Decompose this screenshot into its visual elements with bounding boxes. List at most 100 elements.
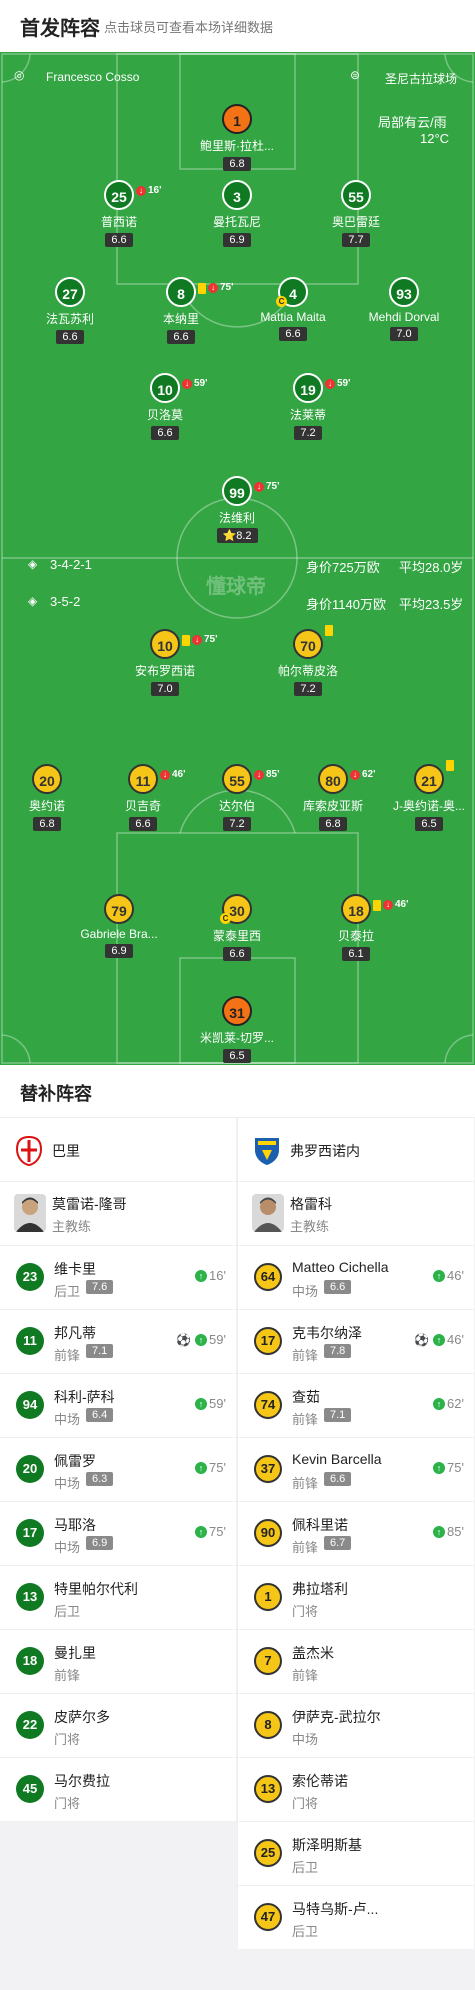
sub-row[interactable]: 13 特里帕尔代利 后卫 — [0, 1566, 236, 1630]
sub-row[interactable]: 8 伊萨克-武拉尔 中场 — [238, 1694, 474, 1758]
sub-row[interactable]: 13 索伦蒂诺 门将 — [238, 1758, 474, 1822]
home-coach-row[interactable]: 莫雷诺-隆哥 主教练 — [0, 1182, 236, 1246]
sub-in-minute: 75' — [447, 1460, 464, 1475]
sub-row[interactable]: 18 曼扎里 前锋 — [0, 1630, 236, 1694]
sub-row[interactable]: 25 斯泽明斯基 后卫 — [238, 1822, 474, 1886]
sub-out-icon: ↓ — [208, 283, 218, 293]
player-home[interactable]: 4 C Mattia Maita 6.6 — [238, 277, 348, 342]
jersey-number: 23 — [16, 1263, 44, 1291]
sub-name: 伊萨克-武拉尔 — [292, 1709, 381, 1725]
home-crest-icon — [16, 1136, 42, 1166]
player-rating: 7.2 — [294, 426, 322, 440]
player-home[interactable]: 8 ↓ 75' 本纳里 6.6 — [126, 277, 236, 345]
player-home[interactable]: 19 ↓ 59' 法莱蒂 7.2 — [253, 373, 363, 441]
jersey-number: 70 — [293, 625, 333, 659]
sub-in-icon: ↑ — [195, 1461, 208, 1474]
sub-position: 前锋 — [292, 1540, 319, 1555]
home-coach-role: 主教练 — [52, 1219, 92, 1234]
away-team-row[interactable]: 弗罗西诺内 — [238, 1118, 474, 1182]
sub-row[interactable]: 64 Matteo Cichella 中场 6.6 ↑ 46' — [238, 1246, 474, 1310]
jersey-number: 47 — [254, 1903, 282, 1931]
subs-header: 替补阵容 — [0, 1065, 475, 1118]
sub-out-icon: ↓ — [254, 770, 264, 780]
weather: 局部有云/雨 — [378, 115, 447, 130]
player-home[interactable]: 27 法瓦苏利 6.6 — [15, 277, 125, 345]
player-home[interactable]: 55 奥巴雷廷 7.7 — [301, 180, 411, 248]
sub-name: 邦凡蒂 — [54, 1325, 96, 1341]
sub-rating: 6.6 — [324, 1280, 352, 1294]
sub-name: 佩科里诺 — [292, 1517, 348, 1533]
sub-position: 后卫 — [54, 1604, 81, 1619]
player-away[interactable]: 20 奥约诺 6.8 — [0, 764, 102, 832]
sub-in-icon: ↑ — [433, 1461, 446, 1474]
event-badges: ↓ 85' — [254, 760, 280, 790]
jersey-number: 45 — [16, 1775, 44, 1803]
away-coach-row[interactable]: 格雷科 主教练 — [238, 1182, 474, 1246]
jersey-number: 64 — [254, 1263, 282, 1291]
player-away[interactable]: 55 ↓ 85' 达尔伯 7.2 — [182, 764, 292, 832]
player-away[interactable]: 30 C 蒙泰里西 6.6 — [182, 894, 292, 962]
sub-in-icon: ↑ — [433, 1333, 446, 1346]
player-home[interactable]: 1 鲍里斯·拉杜... 6.8 — [182, 104, 292, 172]
sub-row[interactable]: 7 盖杰米 前锋 — [238, 1630, 474, 1694]
home-value: 身价725万欧 — [306, 560, 380, 575]
sub-row[interactable]: 20 佩雷罗 中场 6.3 ↑ 75' — [0, 1438, 236, 1502]
sub-row[interactable]: 47 马特乌斯-卢... 后卫 — [238, 1886, 474, 1950]
player-away[interactable]: 21 J-奥约诺-奥... 6.5 — [374, 760, 475, 832]
sub-row[interactable]: 11 邦凡蒂 前锋 7.1 ⚽ ↑ 59' — [0, 1310, 236, 1374]
sub-row[interactable]: 17 马耶洛 中场 6.9 ↑ 75' — [0, 1502, 236, 1566]
sub-name: 斯泽明斯基 — [292, 1837, 362, 1853]
sub-row[interactable]: 94 科利-萨科 中场 6.4 ↑ 59' — [0, 1374, 236, 1438]
sub-row[interactable]: 22 皮萨尔多 门将 — [0, 1694, 236, 1758]
sub-in-icon: ↑ — [195, 1525, 208, 1538]
sub-row[interactable]: 37 Kevin Barcella 前锋 6.6 ↑ 75' — [238, 1438, 474, 1502]
player-home[interactable]: 25 ↓ 16' 普西诺 6.6 — [64, 180, 174, 248]
sub-position: 中场 — [54, 1476, 81, 1491]
sub-minute: 59' — [194, 378, 208, 389]
sub-name: 马尔费拉 — [54, 1773, 110, 1789]
sub-position: 后卫 — [54, 1284, 81, 1299]
player-home[interactable]: 3 曼托瓦尼 6.9 — [182, 180, 292, 248]
sub-rating: 7.8 — [324, 1344, 352, 1358]
player-rating: 6.5 — [415, 817, 443, 831]
player-away[interactable]: 70 帕尔蒂皮洛 7.2 — [253, 625, 363, 697]
player-rating: 6.6 — [151, 426, 179, 440]
sub-position: 前锋 — [54, 1668, 81, 1683]
sub-in-icon: ↑ — [433, 1397, 446, 1410]
sub-row[interactable]: 45 马尔费拉 门将 — [0, 1758, 236, 1822]
player-home[interactable]: 93 Mehdi Dorval 7.0 — [349, 277, 459, 342]
home-subs-column: 巴里 莫雷诺-隆哥 主教练 23 维卡里 后卫 7.6 ↑ 16' 11 邦凡蒂 前锋 7.1 ⚽ ↑… — [0, 1118, 236, 1822]
jersey-number: 31 — [222, 996, 252, 1026]
sub-out-icon: ↓ — [350, 770, 360, 780]
player-name: Mattia Maita — [260, 310, 326, 324]
sub-position: 前锋 — [292, 1412, 319, 1427]
home-team-row[interactable]: 巴里 — [0, 1118, 236, 1182]
sub-row[interactable]: 23 维卡里 后卫 7.6 ↑ 16' — [0, 1246, 236, 1310]
player-name: 奥约诺 — [28, 799, 65, 813]
sub-out-icon: ↓ — [254, 482, 264, 492]
sub-position: 门将 — [54, 1732, 81, 1747]
sub-in-minute: 85' — [447, 1524, 464, 1539]
player-away[interactable]: 79 Gabriele Bra... 6.9 — [64, 894, 174, 959]
player-home[interactable]: 10 ↓ 59' 贝洛莫 6.6 — [110, 373, 220, 441]
player-away[interactable]: 80 ↓ 62' 库索皮亚斯 6.8 — [278, 764, 388, 832]
player-away[interactable]: 10 ↓ 75' 安布罗西诺 7.0 — [110, 629, 220, 697]
jersey-number: 10 ↓ 75' — [150, 629, 218, 659]
sub-row[interactable]: 1 弗拉塔利 门将 — [238, 1566, 474, 1630]
sub-in-icon: ↑ — [195, 1333, 208, 1346]
sub-rating: 6.3 — [86, 1472, 114, 1486]
player-away[interactable]: 31 米凯莱-切罗... 6.5 — [182, 996, 292, 1064]
player-name: 贝泰拉 — [337, 929, 374, 943]
player-away[interactable]: 18 ↓ 46' 贝泰拉 6.1 — [301, 894, 411, 962]
sub-row[interactable]: 74 查茹 前锋 7.1 ↑ 62' — [238, 1374, 474, 1438]
event-badges: ↓ 75' — [254, 472, 280, 502]
sub-row[interactable]: 90 佩科里诺 前锋 6.7 ↑ 85' — [238, 1502, 474, 1566]
sub-in-icon: ↑ — [433, 1525, 446, 1538]
sub-in-minute: 46' — [447, 1268, 464, 1283]
lineup-subtitle: 点击球员可查看本场详细数据 — [104, 20, 274, 35]
sub-row[interactable]: 17 克韦尔纳泽 前锋 7.8 ⚽ ↑ 46' — [238, 1310, 474, 1374]
player-home[interactable]: 99 ↓ 75' 法维利 ⭐8.2 — [182, 476, 292, 544]
away-value: 身价1140万欧 — [306, 597, 386, 612]
jersey-number: 20 — [32, 764, 62, 794]
sub-name: 查茹 — [292, 1389, 320, 1405]
